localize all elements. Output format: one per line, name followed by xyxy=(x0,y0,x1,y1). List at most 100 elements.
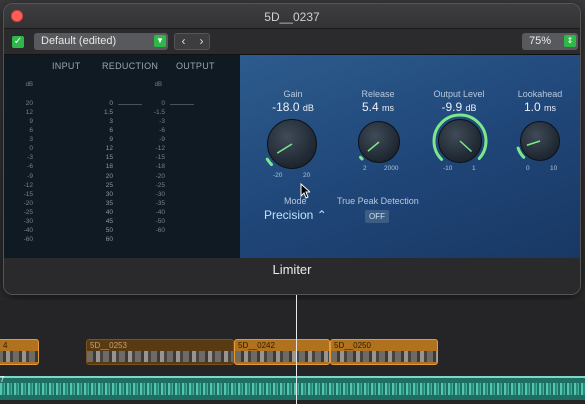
output-scale-tick: -12 xyxy=(155,145,165,153)
input-scale-tick: -6 xyxy=(27,163,33,171)
knob-pointer xyxy=(367,141,380,152)
input-scale-tick: 9 xyxy=(29,118,33,126)
reduction-scale-tick: 50 xyxy=(105,226,113,234)
next-preset-icon[interactable]: › xyxy=(193,34,210,48)
clip-thumbnails xyxy=(331,351,437,362)
screen: 5D__0237 ✓ Default (edited) ▼ ‹ › 75% ⇕ … xyxy=(0,0,585,404)
release-value: 5.4 ms xyxy=(333,100,423,114)
input-scale-tick: -60 xyxy=(23,235,33,243)
zoom-dropdown[interactable]: 75% ⇕ xyxy=(522,33,578,50)
output-meter-header: OUTPUT xyxy=(176,61,215,71)
reduction-scale: 0 1.5 3 6 9 12 15 18 20 25 30 35 40 45 50 60 xyxy=(95,99,113,244)
clip[interactable]: 5D__0250 xyxy=(330,339,438,365)
reduction-scale-tick: 45 xyxy=(105,217,113,225)
clip-thumbnails xyxy=(87,351,233,362)
gain-min: -20 xyxy=(273,172,283,179)
reduction-scale-tick: 9 xyxy=(109,136,113,144)
input-scale-tick: 6 xyxy=(29,127,33,135)
previous-preset-icon[interactable]: ‹ xyxy=(175,34,192,48)
audio-clip-label: 7 xyxy=(0,375,5,384)
reduction-scale-tick: 30 xyxy=(105,190,113,198)
reduction-scale-tick: 40 xyxy=(105,208,113,216)
lookahead-value: 1.0 ms xyxy=(495,100,580,114)
input-scale: 20 12 9 6 3 0 -3 -6 -9 -12 -15 -20 -25 -30 -40 -60 xyxy=(15,99,33,244)
input-scale-tick: 3 xyxy=(29,136,33,144)
output-scale-tick: -1.5 xyxy=(153,109,165,117)
plugin-toolbar: ✓ Default (edited) ▼ ‹ › 75% ⇕ xyxy=(4,29,580,55)
output-zero-line xyxy=(170,104,194,105)
window-title: 5D__0237 xyxy=(264,10,320,24)
preset-label: Default (edited) xyxy=(41,35,117,47)
lookahead-min: 0 xyxy=(526,165,530,172)
reduction-scale-tick: 12 xyxy=(105,145,113,153)
clip[interactable]: 5D__0253 xyxy=(86,339,234,365)
reduction-meter-header: REDUCTION xyxy=(102,61,159,71)
reduction-scale-tick: 60 xyxy=(105,235,113,243)
input-scale-tick: 12 xyxy=(25,109,33,117)
input-scale-tick: -40 xyxy=(23,226,33,234)
output-scale-tick: -3 xyxy=(159,118,165,126)
lookahead-unit: ms xyxy=(544,103,557,113)
output-level-label: Output Level xyxy=(433,89,485,99)
reduction-scale-tick: 15 xyxy=(105,154,113,162)
meter-section: INPUT REDUCTION OUTPUT dB dB 20 12 9 6 3 0 -3-… xyxy=(4,55,240,258)
release-min: 2 xyxy=(363,165,367,172)
reduction-scale-tick: 35 xyxy=(105,199,113,207)
output-scale-tick: -35 xyxy=(155,199,165,207)
input-scale-tick: -3 xyxy=(27,154,33,162)
input-scale-tick: 20 xyxy=(25,100,33,107)
output-level-arc xyxy=(432,113,488,161)
release-max: 2000 xyxy=(384,165,399,172)
audio-waveform[interactable] xyxy=(0,376,585,400)
chevron-down-icon: ▼ xyxy=(154,35,166,47)
output-scale-tick: -50 xyxy=(155,217,165,225)
knob-value-arc xyxy=(432,113,488,161)
output-scale-tick: -25 xyxy=(155,181,165,189)
clip-thumbnails xyxy=(235,351,329,362)
output-scale: 0 -1.5 -3 -6 -9 -12 -15 -18 -20 -25 -30 -35 -40 -50 -6… xyxy=(147,99,165,235)
knob-pointer xyxy=(526,140,541,146)
input-scale-tick: -15 xyxy=(23,190,33,198)
gain-label: Gain xyxy=(283,89,303,99)
reduction-scale-tick: 1.5 xyxy=(103,109,113,117)
title-bar[interactable]: 5D__0237 xyxy=(4,4,580,29)
clip-thumbnails xyxy=(0,351,38,362)
clip[interactable]: 4 xyxy=(0,339,39,365)
output-scale-tick: -6 xyxy=(159,127,165,135)
output-level-max: 1 xyxy=(472,165,476,172)
knob-value-arc xyxy=(516,146,526,159)
output-scale-tick: 0 xyxy=(161,100,165,107)
knob-value-arc xyxy=(265,157,273,167)
input-scale-tick: -30 xyxy=(23,217,33,225)
output-scale-tick: -20 xyxy=(155,172,165,180)
reduction-scale-tick: 18 xyxy=(105,163,113,171)
input-db-label: dB xyxy=(25,82,33,88)
mode-selector[interactable]: Precision ⌃ xyxy=(264,208,327,222)
output-db-label: dB xyxy=(154,82,162,88)
output-scale-tick: -60 xyxy=(155,226,165,234)
limiter-control-panel: Gain -18.0 dB -20 20 Release 5.4 ms 2 20… xyxy=(240,55,580,258)
plugin-name: Limiter xyxy=(4,258,580,294)
playhead[interactable] xyxy=(296,295,297,404)
lookahead-number: 1.0 xyxy=(523,100,541,114)
input-scale-tick: -20 xyxy=(23,199,33,207)
input-scale-tick: -12 xyxy=(23,181,33,189)
reduction-scale-tick: 20 xyxy=(105,172,113,180)
bypass-checkbox[interactable]: ✓ xyxy=(12,36,24,48)
knob-value-arc xyxy=(359,155,364,161)
input-meter-header: INPUT xyxy=(52,61,81,71)
knob-pointer xyxy=(276,143,293,154)
output-scale-tick: -9 xyxy=(159,136,165,144)
chevron-updown-icon: ⇕ xyxy=(564,35,576,47)
true-peak-label: True Peak Detection xyxy=(337,196,419,206)
preset-navigation: ‹ › xyxy=(174,33,210,50)
clip-label: 5D__0242 xyxy=(238,341,275,350)
clip[interactable]: 5D__0242 xyxy=(234,339,330,365)
output-scale-tick: -30 xyxy=(155,190,165,198)
output-scale-tick: -18 xyxy=(155,163,165,171)
preset-dropdown[interactable]: Default (edited) ▼ xyxy=(34,33,168,50)
reduction-zero-line xyxy=(118,104,142,105)
output-scale-tick: -40 xyxy=(155,208,165,216)
lookahead-max: 10 xyxy=(550,165,558,172)
true-peak-toggle[interactable]: OFF xyxy=(365,210,389,223)
